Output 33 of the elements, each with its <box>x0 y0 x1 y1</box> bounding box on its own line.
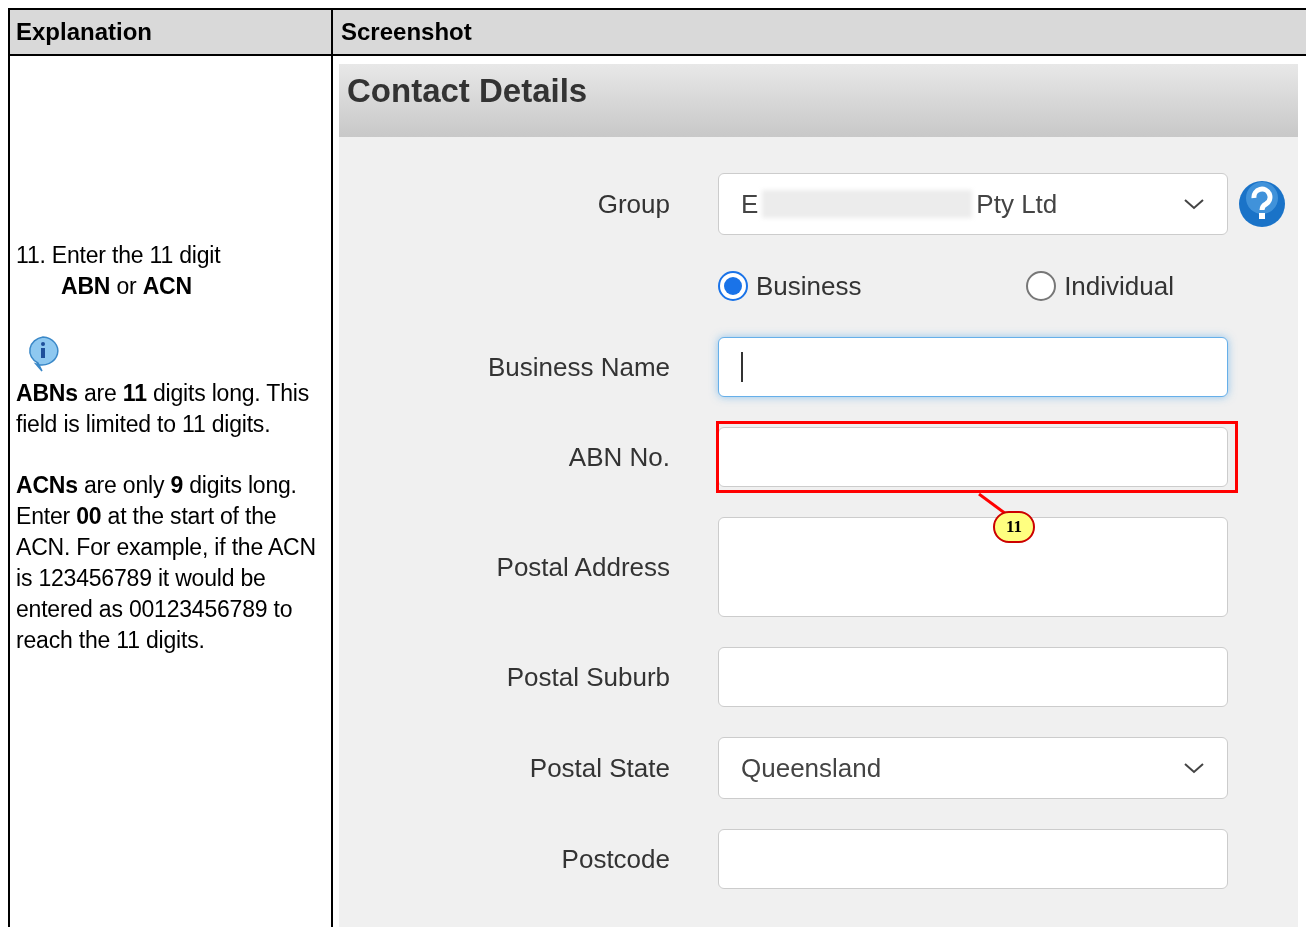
dropdown-value: Pty Ltd <box>976 187 1058 221</box>
chevron-down-icon <box>1183 198 1205 210</box>
input-field[interactable] <box>718 647 1228 707</box>
field-label: ABN No. <box>568 441 670 472</box>
field-label: Postal Suburb <box>506 661 670 692</box>
dropdown-field[interactable]: E Pty Ltd <box>718 173 1228 235</box>
chevron-down-icon <box>1183 762 1205 774</box>
note-paragraph: ABNs are 11 digits long. This field is limited to 11 digits. <box>16 379 310 439</box>
field-label: Business Name <box>487 351 670 382</box>
radio-button[interactable] <box>718 271 748 301</box>
dropdown-value: E <box>741 187 759 221</box>
field-label: Postal Address <box>496 551 670 582</box>
field-label: Postcode <box>561 843 670 874</box>
panel-header: Contact Details <box>339 64 1298 137</box>
text-cursor <box>741 352 743 382</box>
input-field[interactable] <box>718 829 1228 889</box>
input-field[interactable] <box>718 427 1228 487</box>
radio-option[interactable]: Business <box>718 266 862 306</box>
note-paragraph: ACNs are only 9 digits long. Enter 00 at the start of the ACN. For example, if the ACN is 123456789 it would be entered as 00123456789 to reach the 11 digits. <box>16 471 317 655</box>
field-label: Postal State <box>529 752 670 783</box>
text-area[interactable] <box>718 517 1228 617</box>
step-callout: 11 <box>993 511 1035 543</box>
column-header: Explanation <box>10 10 333 56</box>
step-instruction: 11. Enter the 11 digit ABN or ACN <box>16 241 222 301</box>
radio-option[interactable]: Individual <box>1026 266 1174 306</box>
radio-button[interactable] <box>1026 271 1057 301</box>
dropdown-value: Queensland <box>741 751 882 785</box>
info-icon <box>26 336 60 372</box>
help-icon[interactable] <box>1238 180 1286 228</box>
dropdown-field[interactable]: Queensland <box>718 737 1228 799</box>
field-label: Group <box>597 188 670 219</box>
input-field[interactable] <box>718 337 1228 397</box>
column-header: Screenshot <box>333 10 1306 56</box>
